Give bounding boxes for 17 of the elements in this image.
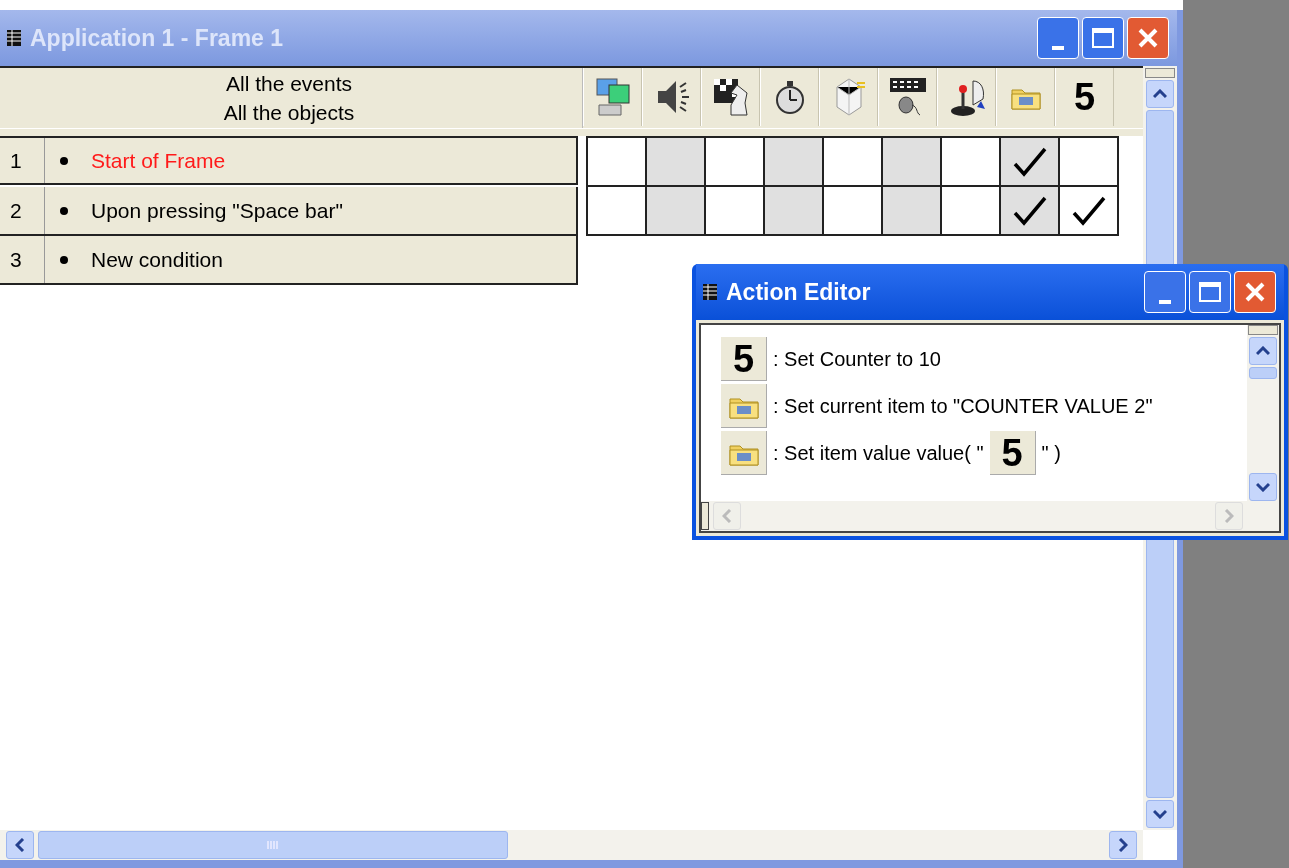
row-number: 3: [0, 236, 45, 283]
counter-label: 5: [1073, 78, 1096, 116]
event-condition: New condition: [91, 246, 223, 273]
action-text: : Set current item to "COUNTER VALUE 2": [773, 394, 1153, 419]
action-text: : Set Counter to 10: [773, 347, 941, 372]
action-text: " ): [1041, 441, 1061, 466]
window-title: Application 1 - Frame 1: [30, 23, 284, 53]
header-line: All the objects: [223, 100, 355, 126]
row-number: 2: [0, 187, 45, 234]
counter-tile: 5: [989, 431, 1036, 475]
header-line: All the events: [225, 71, 353, 97]
row-number: 1: [0, 138, 45, 183]
event-condition: Upon pressing "Space bar": [91, 197, 343, 224]
counter-label: 5: [732, 339, 755, 378]
window-title: Action Editor: [726, 277, 871, 307]
event-condition: Start of Frame: [91, 147, 226, 174]
action-text: : Set item value value( ": [773, 441, 984, 466]
